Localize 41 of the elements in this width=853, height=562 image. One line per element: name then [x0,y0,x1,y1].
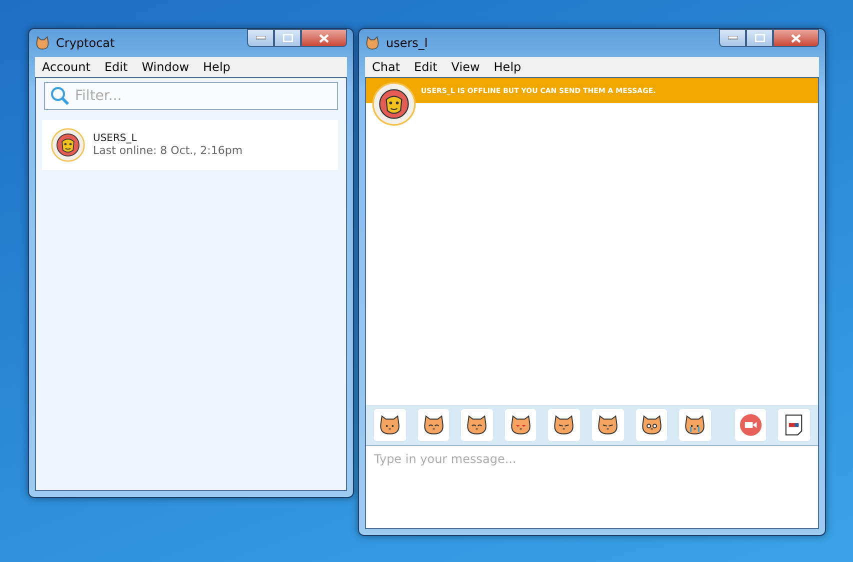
lion-avatar-icon [51,128,85,162]
menu-item[interactable]: View [451,60,480,74]
menu-item[interactable]: Help [494,60,522,74]
contact-name: USERS_L [93,133,138,144]
menu-item[interactable]: Edit [104,60,128,74]
contact-status: Last online: 8 Oct., 2:16pm [93,144,243,157]
cat-face-icon[interactable] [679,409,711,441]
minimize-icon [728,36,738,40]
cat-face-icon[interactable] [592,409,624,441]
close-button[interactable] [773,29,819,47]
cat-face-icon[interactable] [461,409,493,441]
cat-icon [365,36,380,50]
maximize-icon [282,34,292,42]
cat-face-icon[interactable] [374,409,406,441]
close-button[interactable] [301,29,347,47]
menu-item[interactable]: Window [142,60,190,74]
maximize-button[interactable] [746,29,773,47]
cat-icon [35,36,50,50]
search-icon [50,86,70,106]
minimize-icon [256,36,266,40]
cat-face-icon[interactable] [418,409,450,441]
menu-item[interactable]: Help [203,60,230,74]
contact-item[interactable]: USERS_L Last online: 8 Oct., 2:16pm [42,120,338,170]
cat-face-icon[interactable] [504,409,536,441]
lion-avatar-icon [372,82,416,126]
filter-field[interactable]: Filter... [44,82,338,110]
menu-item[interactable]: Account [42,60,90,74]
menu-item[interactable]: Chat [372,60,400,74]
window-title: users_l [386,36,429,50]
maximize-icon [754,34,764,42]
minimize-button[interactable] [719,29,746,47]
video-call-icon[interactable] [734,409,766,441]
maximize-button[interactable] [274,29,301,47]
cat-face-icon[interactable] [548,409,580,441]
close-icon [319,34,329,42]
close-icon [791,34,801,42]
menu-item[interactable]: Edit [414,60,438,74]
window-title: Cryptocat [56,36,116,50]
cat-face-icon[interactable] [636,409,668,441]
minimize-button[interactable] [247,29,274,47]
file-icon[interactable] [778,409,810,441]
